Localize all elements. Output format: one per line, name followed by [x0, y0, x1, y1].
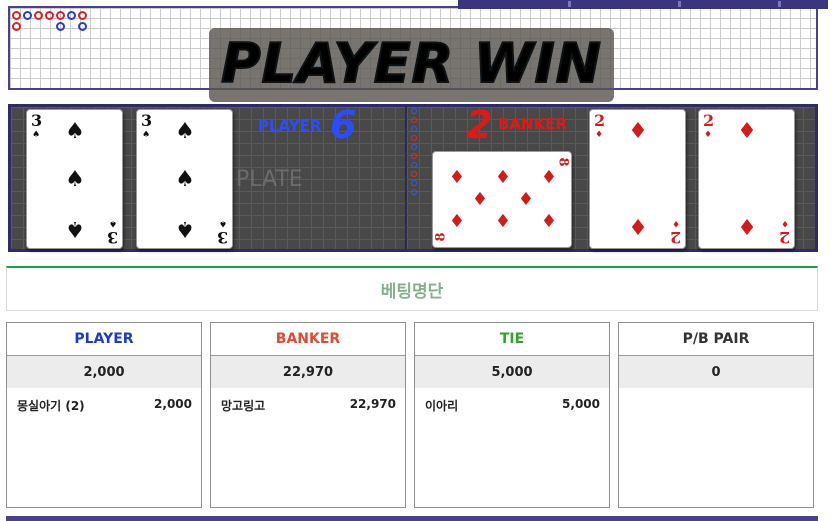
player-label: PLAYER	[258, 117, 322, 135]
list-item: 몽실아기 (2) 2,000	[7, 388, 201, 414]
spade-icon: ♠	[142, 130, 151, 140]
win-banner: PLAYER WIN	[209, 28, 614, 102]
spade-icon: ♠	[218, 218, 227, 228]
diamond-icon: ♦	[704, 130, 713, 140]
top-status-bar	[458, 0, 828, 9]
diamond-icon: ♦	[494, 211, 512, 232]
spade-icon: ♠	[175, 216, 195, 241]
diamond-icon: ♦	[628, 213, 648, 238]
table-pip-markers	[411, 105, 425, 198]
player-score: 6	[330, 103, 357, 147]
table-divider	[405, 107, 407, 249]
player-card-1: 3 ♠ ♠ ♠ ♠ ♠ 3	[26, 109, 123, 249]
bet-column-total: 2,000	[7, 356, 201, 388]
diamond-icon: ♦	[494, 167, 512, 188]
bettor-name: 몽실아기 (2)	[17, 399, 85, 413]
diamond-icon: ♦	[737, 213, 757, 238]
bettor-name: 이아리	[425, 399, 459, 413]
list-item: 망고링고 22,970	[211, 388, 405, 414]
diamond-icon: ♦	[780, 218, 789, 228]
player-card-2: 3 ♠ ♠ ♠ ♠ ♠ 3	[136, 109, 233, 249]
bet-list-title: 베팅명단	[6, 266, 818, 311]
spade-icon: ♠	[175, 119, 195, 144]
bet-column-pair: P/B PAIR 0	[618, 322, 814, 508]
bet-column-banker: BANKER 22,970 망고링고 22,970	[210, 322, 406, 508]
bet-column-header: PLAYER	[7, 323, 201, 356]
diamond-icon: ♦	[595, 130, 604, 140]
bet-column-header: BANKER	[211, 323, 405, 356]
card-rank: 8	[433, 232, 449, 242]
banker-card-2: 2 ♦ ♦ ♦ ♦ 2	[589, 109, 686, 249]
spade-icon: ♠	[65, 216, 85, 241]
card-rank: 3	[31, 111, 43, 130]
win-banner-text: PLAYER WIN	[209, 31, 614, 96]
bet-amount: 5,000	[562, 397, 600, 411]
diamond-icon: ♦	[517, 189, 535, 210]
card-rank: 3	[141, 111, 153, 130]
card-rank: 2	[669, 228, 681, 247]
banker-label: BANKER	[498, 115, 568, 133]
diamond-icon: ♦	[471, 189, 489, 210]
bet-column-total: 5,000	[415, 356, 609, 388]
card-rank: 2	[703, 111, 715, 130]
list-item: 이아리 5,000	[415, 388, 609, 414]
spade-icon: ♠	[108, 218, 117, 228]
diamond-icon: ♦	[540, 211, 558, 232]
diamond-icon: ♦	[737, 119, 757, 144]
spade-icon: ♠	[65, 119, 85, 144]
spade-icon: ♠	[32, 130, 41, 140]
table-watermark: PLATE	[236, 167, 303, 192]
bet-column-header: P/B PAIR	[619, 323, 813, 356]
banker-score: 2	[466, 103, 493, 147]
card-rank: 3	[216, 228, 228, 247]
bottom-border-bar	[6, 516, 818, 521]
diamond-icon: ♦	[448, 167, 466, 188]
card-rank: 2	[594, 111, 606, 130]
diamond-icon: ♦	[671, 218, 680, 228]
diamond-icon: ♦	[540, 167, 558, 188]
bet-column-total: 22,970	[211, 356, 405, 388]
card-rank: 3	[106, 228, 118, 247]
bettor-name: 망고링고	[221, 399, 266, 413]
bet-column-tie: TIE 5,000 이아리 5,000	[414, 322, 610, 508]
banker-card-1: 8 8 ♦ ♦ ♦ ♦ ♦ ♦ ♦ ♦	[432, 151, 572, 248]
diamond-icon: ♦	[448, 211, 466, 232]
bet-column-header: TIE	[415, 323, 609, 356]
spade-icon: ♠	[65, 167, 85, 192]
baccarat-screen: PLATE 3 ♠ ♠ ♠ ♠ ♠ 3 3 ♠ ♠ ♠ ♠ ♠ 3 PLAYER…	[0, 0, 835, 521]
diamond-icon: ♦	[628, 119, 648, 144]
banker-card-3: 2 ♦ ♦ ♦ ♦ 2	[698, 109, 795, 249]
spade-icon: ♠	[175, 167, 195, 192]
bet-amount: 22,970	[349, 397, 396, 411]
card-rank: 2	[778, 228, 790, 247]
card-rank: 8	[555, 157, 571, 167]
bet-amount: 2,000	[154, 397, 192, 411]
bet-column-player: PLAYER 2,000 몽실아기 (2) 2,000	[6, 322, 202, 508]
bet-column-total: 0	[619, 356, 813, 388]
card-table: PLATE	[8, 104, 818, 252]
